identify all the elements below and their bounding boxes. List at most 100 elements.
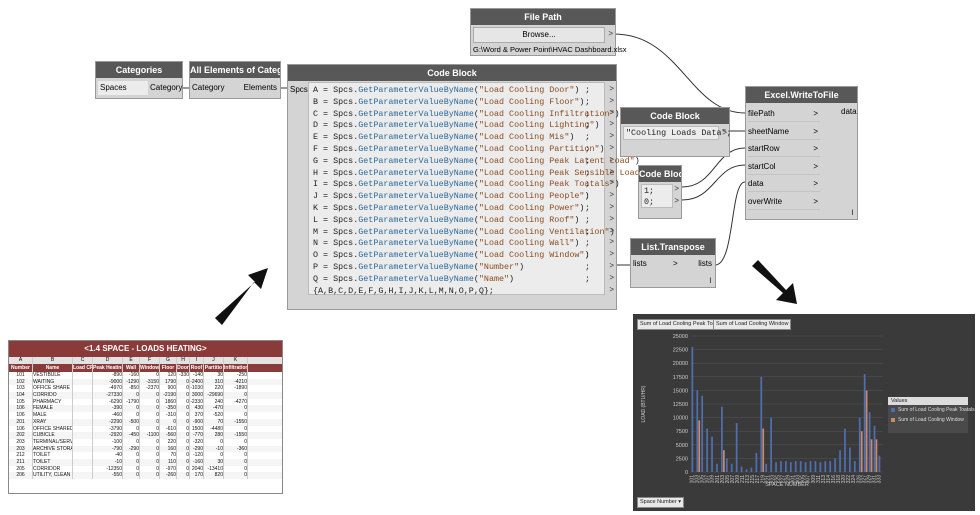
table-cell: 3000 <box>191 392 204 399</box>
output-port-icon[interactable]: > <box>609 202 614 211</box>
table-cell: 0 <box>177 418 190 426</box>
x-tick-label: 333 <box>876 475 882 484</box>
output-port-icon[interactable]: > <box>674 196 679 205</box>
output-port-icon[interactable]: > <box>674 184 679 193</box>
space-number-filter-button[interactable]: Space Number ▾ <box>637 497 684 508</box>
code-function: GetParameterValueByName <box>358 132 474 143</box>
code-line: P = Spcs.GetParameterValueByName("Number… <box>313 262 524 273</box>
column-letter: J <box>204 357 224 364</box>
code-block-numbers-node[interactable]: Code Block 1; 0; > > <box>638 165 682 219</box>
spcs-input-port[interactable]: Spcs <box>290 83 308 97</box>
table-cell: 900 <box>160 385 177 393</box>
code-line: F = Spcs.GetParameterValueByName("Load C… <box>313 144 605 155</box>
output-port-icon[interactable]: > <box>609 155 614 164</box>
y-tick-label: 2500 <box>676 456 688 462</box>
semicolon: ; <box>584 167 590 178</box>
code-function: GetParameterValueByName <box>358 262 474 272</box>
output-port-icon[interactable]: > <box>609 131 614 140</box>
code-function: GetParameterValueByName <box>358 108 474 119</box>
code-block-main-node[interactable]: Code Block Spcs A = Spcs.GetParameterVal… <box>287 64 650 310</box>
table-cell: 201 <box>9 418 33 426</box>
table-cell: -12350 <box>93 465 123 473</box>
table-cell: -1290 <box>123 378 140 386</box>
output-port-icon[interactable]: > <box>609 167 614 176</box>
file-path-node[interactable]: File Path Browse... > G:\Word & Power Po… <box>470 8 627 56</box>
browse-button[interactable]: Browse... <box>473 27 605 43</box>
excel-input-port-startcol[interactable]: startCol > <box>748 160 820 175</box>
table-cell: -850 <box>123 385 140 393</box>
node-title: Excel.WriteToFile <box>746 87 857 103</box>
table-cell: PHARMACY <box>33 398 73 406</box>
column-header: Name <box>33 364 73 372</box>
excel-input-port-filepath[interactable]: filePath > <box>748 107 820 122</box>
table-cell: 0 <box>123 458 140 466</box>
output-port-icon[interactable]: > <box>609 261 614 270</box>
output-port-icon[interactable]: > <box>609 237 614 246</box>
bar-peak-totals <box>819 462 822 472</box>
output-port-icon[interactable]: > <box>609 273 614 282</box>
y-tick-label: 12500 <box>673 402 688 408</box>
wire-filepath <box>613 33 746 114</box>
excel-write-node[interactable]: Excel.WriteToFile filePath > sheetName > sta… <box>745 86 858 220</box>
list-transpose-node[interactable]: List.Transpose lists > lists l <box>630 238 716 288</box>
bar-window <box>860 431 863 472</box>
category-input-port[interactable]: Category <box>192 81 224 95</box>
port-label: startCol <box>748 161 776 171</box>
all-elements-node[interactable]: All Elements of Category Category Elemen… <box>189 61 281 99</box>
output-port-icon[interactable]: > <box>609 249 614 258</box>
output-port-icon[interactable]: > <box>609 214 614 223</box>
code-call: = Spcs. <box>318 226 359 237</box>
node-title: List.Transpose <box>631 239 715 255</box>
output-port-icon[interactable]: > <box>609 178 614 187</box>
categories-node[interactable]: Categories Spaces Category <box>95 61 183 99</box>
output-port-icon[interactable]: > <box>608 29 613 38</box>
paren: ) <box>594 120 600 131</box>
bar-peak-totals <box>814 461 817 472</box>
legend-title: Values <box>888 397 968 405</box>
lists-input-port[interactable]: lists <box>633 259 647 268</box>
bar-window <box>865 390 868 472</box>
arrow-left-up <box>215 268 268 325</box>
output-port-icon[interactable]: > <box>609 84 614 93</box>
output-port-icon[interactable]: > <box>609 190 614 199</box>
output-port-icon[interactable]: > <box>609 119 614 128</box>
table-cell: 101 <box>9 372 33 379</box>
table-cell: 70 <box>160 452 177 459</box>
output-port-icon[interactable]: > <box>609 285 614 294</box>
output-port-icon[interactable]: > <box>609 143 614 152</box>
categories-dropdown[interactable]: Spaces <box>98 81 148 95</box>
bar-peak-totals <box>775 462 777 472</box>
x-axis-label: SPACE NUMBER <box>765 482 809 488</box>
lists-output-port[interactable]: lists <box>698 259 712 268</box>
code-editor[interactable]: "Cooling Loads Data"; <box>623 126 732 140</box>
data-output-port[interactable]: data <box>841 107 857 116</box>
table-cell: 430 <box>190 405 204 413</box>
elements-output-port[interactable]: Elements <box>244 81 277 95</box>
bar-peak-totals <box>873 425 876 472</box>
table-cell: OFFICE SHARE <box>33 385 73 393</box>
code-editor[interactable]: 1; 0; <box>641 184 673 208</box>
output-port-icon[interactable]: > <box>609 96 614 105</box>
port-label: data <box>748 179 764 188</box>
category-output-port[interactable]: Category <box>150 81 182 95</box>
code-string: "Number" <box>478 262 520 272</box>
table-cell: TOILET <box>33 458 73 466</box>
table-row: 106 OFFICE SHARED -3790 0 0 -610 0 1500 -4480 0 <box>9 425 282 433</box>
legend-label: Sum of Load Cooling Peak Toatals <box>898 407 975 413</box>
code-editor[interactable]: A = Spcs.GetParameterValueByName("Load C… <box>308 82 650 296</box>
excel-input-port-sheetname[interactable]: sheetName > <box>748 125 820 140</box>
column-header: Wall <box>123 364 140 372</box>
output-port-icon[interactable]: > <box>609 226 614 235</box>
bar-peak-totals <box>839 450 841 472</box>
output-port-icon[interactable]: > <box>722 128 727 137</box>
excel-input-port-data[interactable]: data > <box>748 177 820 192</box>
table-cell: 0 <box>177 378 190 386</box>
bar-peak-totals <box>853 461 856 472</box>
output-port-icon[interactable]: > <box>609 108 614 117</box>
excel-input-port-overwrite[interactable]: overWrite > <box>748 195 820 210</box>
code-block-sheetname-node[interactable]: Code Block "Cooling Loads Data"; > <box>620 107 732 157</box>
table-cell <box>73 392 93 399</box>
excel-input-port-startrow[interactable]: startRow > <box>748 142 820 157</box>
table-cell: -560 <box>160 432 177 439</box>
table-cell: 1860 <box>160 398 177 406</box>
